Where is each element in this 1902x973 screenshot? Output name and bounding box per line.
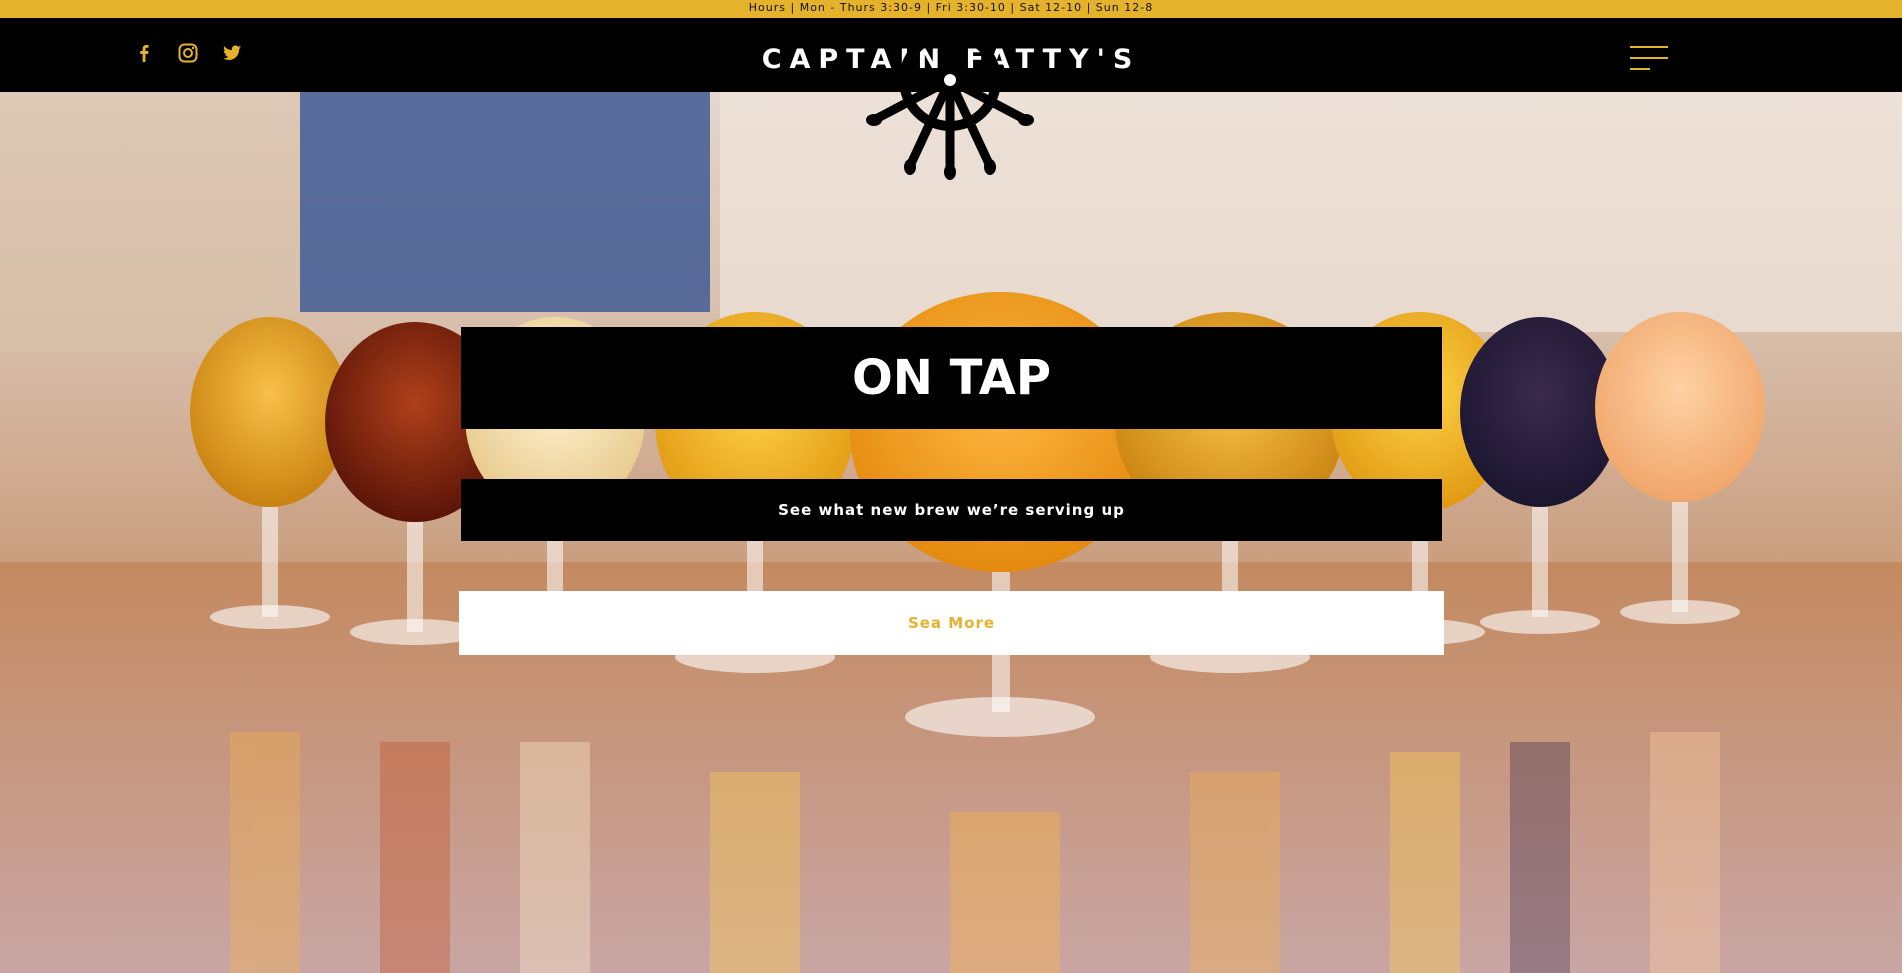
sea-more-button[interactable]: Sea More: [459, 591, 1444, 655]
ship-wheel-icon[interactable]: [860, 40, 1040, 180]
hamburger-menu-icon[interactable]: [1630, 42, 1674, 74]
on-tap-title: ON TAP: [461, 327, 1442, 429]
hours-bar: Hours | Mon - Thurs 3:30-9 | Fri 3:30-10…: [0, 0, 1902, 18]
twitter-icon[interactable]: [221, 42, 243, 64]
hours-text: Hours | Mon - Thurs 3:30-9 | Fri 3:30-10…: [748, 1, 1154, 14]
facebook-icon[interactable]: [133, 42, 155, 64]
social-links: [133, 42, 243, 64]
instagram-icon[interactable]: [177, 42, 199, 64]
hero-section: ON TAP See what new brew we’re serving u…: [0, 92, 1902, 973]
on-tap-subtitle: See what new brew we’re serving up: [461, 479, 1442, 541]
page: Hours | Mon - Thurs 3:30-9 | Fri 3:30-10…: [0, 0, 1902, 973]
